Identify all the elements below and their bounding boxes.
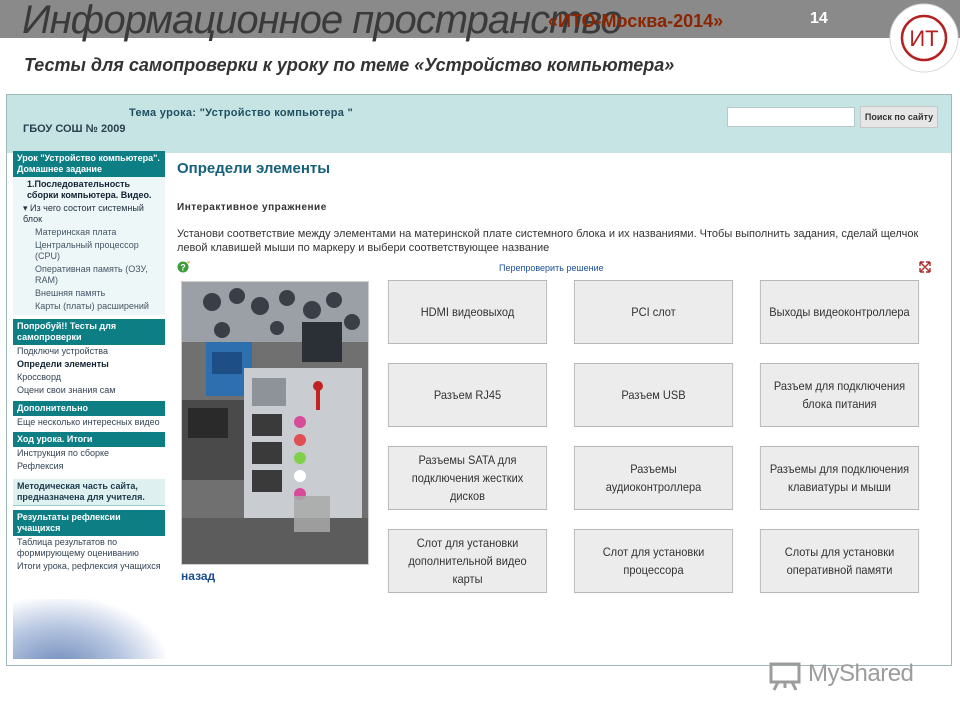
- watermark-text: MyShared: [808, 660, 914, 687]
- sidebar-section-lesson-progress[interactable]: Ход урока. Итоги: [13, 432, 165, 447]
- main-content: Определи элементы Интерактивное упражнен…: [171, 153, 941, 659]
- sidebar-item-more-videos[interactable]: Еще несколько интересных видео: [13, 416, 165, 429]
- presentation-icon: [769, 662, 801, 691]
- school-name: ГБОУ СОШ № 2009: [23, 123, 126, 135]
- answer-usb-port[interactable]: Разъем USB: [573, 363, 734, 427]
- exercise-instruction: Установи соответствие между элементами н…: [177, 228, 919, 254]
- sidebar-item-self-assessment[interactable]: Оцени свои знания сам: [13, 384, 165, 397]
- sidebar-item-expansion-cards[interactable]: Карты (платы) расширений: [13, 300, 165, 313]
- slide-number: 14: [810, 10, 828, 27]
- sidebar-item-connect-devices[interactable]: Подключи устройства: [13, 345, 165, 358]
- site-header: Тема урока: "Устройство компьютера " ГБО…: [7, 95, 951, 153]
- sidebar-item-identify-elements[interactable]: Определи элементы: [13, 358, 165, 371]
- answer-power-connector[interactable]: Разъем для подключения блока питания: [759, 363, 920, 427]
- fullscreen-icon[interactable]: [919, 261, 931, 273]
- tree-expand-icon: ▾: [23, 203, 31, 213]
- answer-rj45-port[interactable]: Разъем RJ45: [387, 363, 548, 427]
- ito-logo: ИТ: [889, 3, 959, 73]
- sidebar-item-assembly-instructions[interactable]: Инструкция по сборке: [13, 447, 165, 460]
- help-icon[interactable]: ?: [177, 260, 191, 274]
- motherboard-image: [181, 281, 369, 565]
- search-input[interactable]: [727, 107, 855, 127]
- answer-cpu-socket[interactable]: Слот для установки процессора: [573, 529, 734, 593]
- search-button[interactable]: Поиск по сайту: [860, 106, 938, 128]
- sidebar-item-external-memory[interactable]: Внешняя память: [13, 287, 165, 300]
- answer-extra-video-slot[interactable]: Слот для установки дополнительной видео к…: [387, 529, 548, 593]
- answer-sata-connectors[interactable]: Разъемы SATA для подключения жестких диск…: [387, 446, 548, 510]
- answer-options-grid: HDMI видеовыход PCI слот Выходы видеокон…: [381, 280, 927, 593]
- sidebar-section-homework[interactable]: Урок "Устройство компьютера". Домашнее з…: [13, 151, 165, 177]
- svg-text:?: ?: [180, 263, 186, 273]
- sidebar-item-lesson-summary[interactable]: Итоги урока, рефлексия учащихся: [13, 560, 165, 573]
- sidebar: Урок "Устройство компьютера". Домашнее з…: [13, 151, 165, 659]
- sidebar-item-results-table[interactable]: Таблица результатов по формирующему оцен…: [13, 536, 165, 560]
- sidebar-section-additional[interactable]: Дополнительно: [13, 401, 165, 416]
- answer-hdmi-output[interactable]: HDMI видеовыход: [387, 280, 548, 344]
- recheck-solution-link[interactable]: Перепроверить решение: [499, 263, 604, 273]
- conference-label: «ИТО-Москва-2014»: [548, 11, 724, 31]
- lesson-title: Тема урока: "Устройство компьютера ": [129, 107, 354, 119]
- website-screenshot: Тема урока: "Устройство компьютера " ГБО…: [6, 94, 952, 666]
- sidebar-item-ram[interactable]: Оперативная память (ОЗУ, RAM): [13, 263, 165, 287]
- exercise-subtitle: Интерактивное упражнение: [177, 202, 327, 213]
- answer-ram-slots[interactable]: Слоты для установки оперативной памяти: [759, 529, 920, 593]
- logo-text: ИТ: [909, 26, 938, 51]
- sidebar-item-assembly-video[interactable]: 1.Последовательность сборки компьютера. …: [13, 178, 165, 202]
- answer-keyboard-mouse-ports[interactable]: Разъемы для подключения клавиатуры и мыши: [759, 446, 920, 510]
- slide-subtitle: Тесты для самопроверки к уроку по теме «…: [24, 55, 675, 75]
- sidebar-item-reflection[interactable]: Рефлексия: [13, 460, 165, 473]
- exercise-title: Определи элементы: [177, 160, 331, 177]
- answer-pci-slot[interactable]: PCI слот: [573, 280, 734, 344]
- sidebar-section-methodology[interactable]: Методическая часть сайта, предназначена …: [13, 479, 165, 506]
- sidebar-item-motherboard[interactable]: Материнская плата: [13, 226, 165, 239]
- answer-audio-connectors[interactable]: Разъемы аудиоконтроллера: [573, 446, 734, 510]
- sidebar-item-cpu[interactable]: Центральный процессор (CPU): [13, 239, 165, 263]
- back-link[interactable]: назад: [181, 569, 215, 583]
- sidebar-section-tests[interactable]: Попробуй!! Тесты для самопроверки: [13, 319, 165, 345]
- sidebar-item-crossword[interactable]: Кроссворд: [13, 371, 165, 384]
- answer-video-outputs[interactable]: Выходы видеоконтроллера: [759, 280, 920, 344]
- sidebar-section-reflection-results[interactable]: Результаты рефлексии учащихся: [13, 510, 165, 536]
- slide-title: Информационное пространство: [22, 0, 623, 42]
- sidebar-item-system-unit[interactable]: ▾ Из чего состоит системный блок: [13, 202, 165, 226]
